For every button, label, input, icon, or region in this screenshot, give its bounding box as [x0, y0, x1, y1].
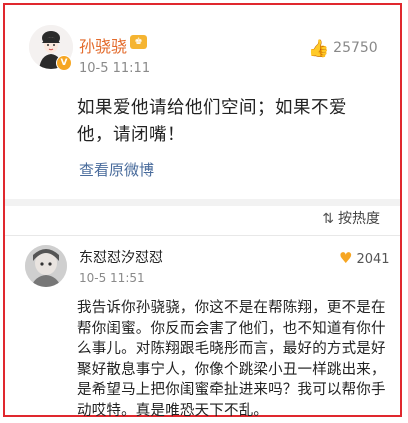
divider — [5, 235, 400, 236]
level-badge-icon: ♚ — [130, 35, 147, 49]
like-count: 25750 — [333, 40, 378, 56]
avatar-photo-icon — [25, 245, 67, 287]
comment-time: 10-5 11:11 — [79, 61, 151, 76]
section-separator — [5, 199, 400, 206]
heart-icon: ♥ — [339, 249, 353, 267]
avatar[interactable] — [25, 245, 67, 287]
comment-text: 如果爱他请给他们空间；如果不爱他，请闭嘴！ — [77, 98, 347, 145]
comment-author[interactable]: 孙骁骁 — [79, 33, 127, 57]
comment-author[interactable]: 东怼怼汐怼怼 — [79, 247, 163, 267]
like-button[interactable]: ♥ 2041 — [339, 249, 390, 267]
thumbs-up-icon: 👍 — [308, 39, 330, 59]
like-count: 2041 — [356, 252, 390, 267]
top-comment: V 孙骁骁 ♚ 10-5 11:11 👍 25750 如果爱他请给他们空间；如果不… — [5, 5, 400, 201]
verified-badge-icon: V — [56, 55, 72, 71]
sort-label: 按热度 — [338, 211, 380, 227]
screenshot-frame: V 孙骁骁 ♚ 10-5 11:11 👍 25750 如果爱他请给他们空间；如果不… — [3, 3, 402, 419]
comment-time: 10-5 11:51 — [79, 271, 145, 285]
view-original-post-link[interactable]: 查看原微博 — [79, 159, 154, 180]
sort-by-popularity-button[interactable]: ⇅ 按热度 — [322, 208, 380, 228]
like-button[interactable]: 👍 25750 — [308, 39, 378, 59]
sort-icon: ⇅ — [322, 211, 334, 227]
comment-text: 我告诉你孙骁骁，你这不是在帮陈翔，更不是在帮你闺蜜。你反而会害了他们，也不知道有… — [77, 300, 386, 419]
